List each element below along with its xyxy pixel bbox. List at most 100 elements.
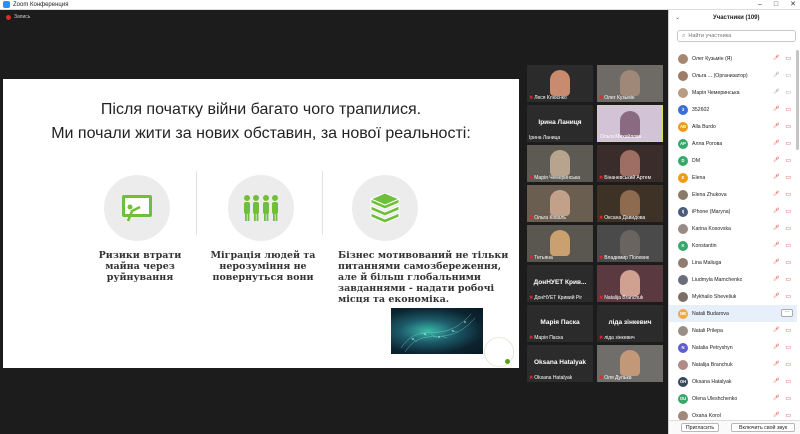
video-tile[interactable]: ✖ Ольга Коваль	[527, 185, 593, 222]
participant-name: Elena	[692, 174, 706, 181]
mic-muted-icon: 🎤︎	[772, 412, 780, 418]
avatar: OH	[678, 376, 688, 387]
chevron-down-icon[interactable]: ⌄	[675, 14, 680, 21]
mic-muted-icon: ✖	[529, 215, 534, 221]
participant-row[interactable]: Karina Kosovska 🎤︎ ▭	[669, 220, 797, 237]
mic-muted-icon: 🎤︎	[772, 225, 780, 231]
video-off-icon: ▭	[785, 362, 791, 368]
window-titlebar: Zoom Конференция – □ ✕	[0, 0, 800, 10]
participant-row[interactable]: D DM 🎤︎ ▭	[669, 152, 797, 169]
participant-row[interactable]: Natalija Branchuk 🎤︎ ▭	[669, 356, 797, 373]
video-tile[interactable]: ДонНУЕТ Крив... ✖ ДонНУЕТ Кривий Ріг	[527, 265, 593, 302]
participant-row[interactable]: Elena Zhukova 🎤︎ ▭	[669, 186, 797, 203]
unmute-button[interactable]: Включить свой звук	[731, 423, 795, 432]
participant-row[interactable]: Ольга ... (Организатор) 🎤︎ ▭	[669, 67, 797, 84]
recording-indicator[interactable]: Запись	[6, 14, 30, 20]
tile-name: Марія Чемеринська	[534, 175, 581, 181]
mic-muted-icon: 🎤︎	[772, 276, 780, 282]
video-tile[interactable]: ✖ Олег Кузьмін	[597, 65, 663, 102]
participant-row[interactable]: Natali Prilepa 🎤︎ ▭	[669, 322, 797, 339]
avatar: OU	[678, 393, 688, 404]
participant-name: Elena Zhukova	[692, 191, 727, 198]
minimize-icon[interactable]: –	[758, 0, 762, 10]
participant-row[interactable]: Liudmyla Mamchenko 🎤︎ ▭	[669, 271, 797, 288]
tile-name: Бінаневський Артем	[604, 175, 652, 181]
participant-video	[620, 270, 640, 296]
tile-name: ДонНУЕТ Кривий Ріг	[534, 295, 583, 301]
avatar	[678, 359, 688, 370]
maximize-icon[interactable]: □	[774, 0, 778, 10]
video-tile[interactable]: Ірина Ланиця Ірина Ланица	[527, 105, 593, 142]
avatar	[678, 189, 688, 200]
avatar	[678, 257, 688, 268]
participant-row[interactable]: Марія Чемеринська 🎤︎ ▭	[669, 84, 797, 101]
tile-name: ліда зінкевич	[604, 335, 635, 341]
video-tile[interactable]: Oksana Hatalyak ✖ Oksana Hatalyak	[527, 345, 593, 382]
mic-muted-icon: ✖	[529, 375, 534, 381]
search-input[interactable]	[688, 33, 785, 39]
video-tile-active-speaker[interactable]: Ольга Михайлова	[597, 105, 663, 142]
video-off-icon: ▭	[785, 175, 791, 181]
participant-row[interactable]: AB Alla Burdo 🎤︎ ▭	[669, 118, 797, 135]
avatar	[678, 87, 688, 98]
scrollbar[interactable]	[796, 50, 799, 150]
mic-muted-icon: 🎤︎	[772, 140, 780, 146]
mic-muted-icon: 🎤︎	[772, 395, 780, 401]
video-off-icon: ▭	[785, 260, 791, 266]
video-tile[interactable]: ✖ Тетьяна	[527, 225, 593, 262]
video-tile[interactable]: ліда зінкевич ✖ ліда зінкевич	[597, 305, 663, 342]
participant-name: Olena Uleshchenko	[692, 395, 738, 402]
video-tile[interactable]: ✖ Марія Чемеринська	[527, 145, 593, 182]
mic-muted-icon: 🎤︎	[772, 327, 780, 333]
tile-name: Natalija Branchuk	[604, 295, 644, 301]
avatar	[678, 223, 688, 234]
video-off-icon: ▭	[785, 209, 791, 215]
participant-row[interactable]: K Konstantin 🎤︎ ▭	[669, 237, 797, 254]
avatar: N	[678, 342, 688, 353]
tile-center-name: ліда зінкевич	[608, 319, 652, 326]
video-off-icon: ▭	[785, 413, 791, 419]
participant-video	[550, 70, 570, 96]
invite-button[interactable]: Пригласить	[681, 423, 719, 432]
video-tile[interactable]: ✖ Владимир Полевик	[597, 225, 663, 262]
avatar: K	[678, 240, 688, 251]
participants-panel: ⌄ Участники (109) ⌕ Олег Кузьмін (Я)🎤︎▭О…	[668, 10, 800, 434]
slide-caption-3: Бізнес мотивований не тільки питаннями с…	[338, 250, 509, 305]
mic-muted-icon: 🎤︎	[772, 259, 780, 265]
slide-title-line1: Після початку війни багато чого трапилис…	[100, 101, 422, 118]
tile-name: Оксана Давидова	[604, 215, 646, 221]
video-off-icon: ▭	[785, 124, 791, 130]
participant-row[interactable]: 3 352602 🎤︎ ▭	[669, 101, 797, 118]
video-tile[interactable]: ✖ Оксана Давидова	[597, 185, 663, 222]
participant-row[interactable]: Lina Maliuga 🎤︎ ▭	[669, 254, 797, 271]
participant-row[interactable]: I(iPhone (Maryna) 🎤︎ ▭	[669, 203, 797, 220]
participant-name: DM	[692, 157, 701, 164]
mic-muted-icon: 🎤︎	[772, 123, 780, 129]
mic-muted-icon: 🎤︎	[772, 344, 780, 350]
participant-row[interactable]: NB Natali Budarova ···	[669, 305, 797, 322]
video-tile[interactable]: ✖ Бінаневський Артем	[597, 145, 663, 182]
participant-row[interactable]: Mykhailo Sheveliuk 🎤︎ ▭	[669, 288, 797, 305]
participant-name: Олег Кузьмін (Я)	[692, 55, 733, 62]
video-tile[interactable]: ✖ Natalija Branchuk	[597, 265, 663, 302]
participant-row[interactable]: N Natalia Petryshyn 🎤︎ ▭	[669, 339, 797, 356]
video-tile[interactable]: ✖ Оля Дулька	[597, 345, 663, 382]
video-tile[interactable]: ✖ Леся Клюєнко	[527, 65, 593, 102]
more-options-button[interactable]: ···	[781, 309, 793, 317]
video-off-icon: ▭	[785, 328, 791, 334]
participant-row[interactable]: Олег Кузьмін (Я) 🎤︎ ▭	[669, 50, 797, 67]
participant-search[interactable]: ⌕	[677, 30, 796, 42]
close-icon[interactable]: ✕	[790, 0, 796, 10]
participant-name: Lina Maliuga	[692, 259, 722, 266]
participant-row[interactable]: OH Oksana Hatalyak 🎤︎ ▭	[669, 373, 797, 390]
participant-name: Natali Budarova	[692, 310, 729, 317]
video-tile[interactable]: Марія Паска ✖ Марія Паска	[527, 305, 593, 342]
participant-row[interactable]: AP Алла Рогова 🎤︎ ▭	[669, 135, 797, 152]
participant-row[interactable]: OU Olena Uleshchenko 🎤︎ ▭	[669, 390, 797, 407]
participant-row[interactable]: E Elena 🎤︎ ▭	[669, 169, 797, 186]
mic-muted-icon: 🎤︎	[772, 208, 780, 214]
mic-muted-icon: ✖	[599, 255, 604, 261]
record-dot-icon	[6, 14, 11, 20]
tile-name: Марія Паска	[534, 335, 564, 341]
tile-center-name: Oksana Hatalyak	[533, 359, 587, 366]
